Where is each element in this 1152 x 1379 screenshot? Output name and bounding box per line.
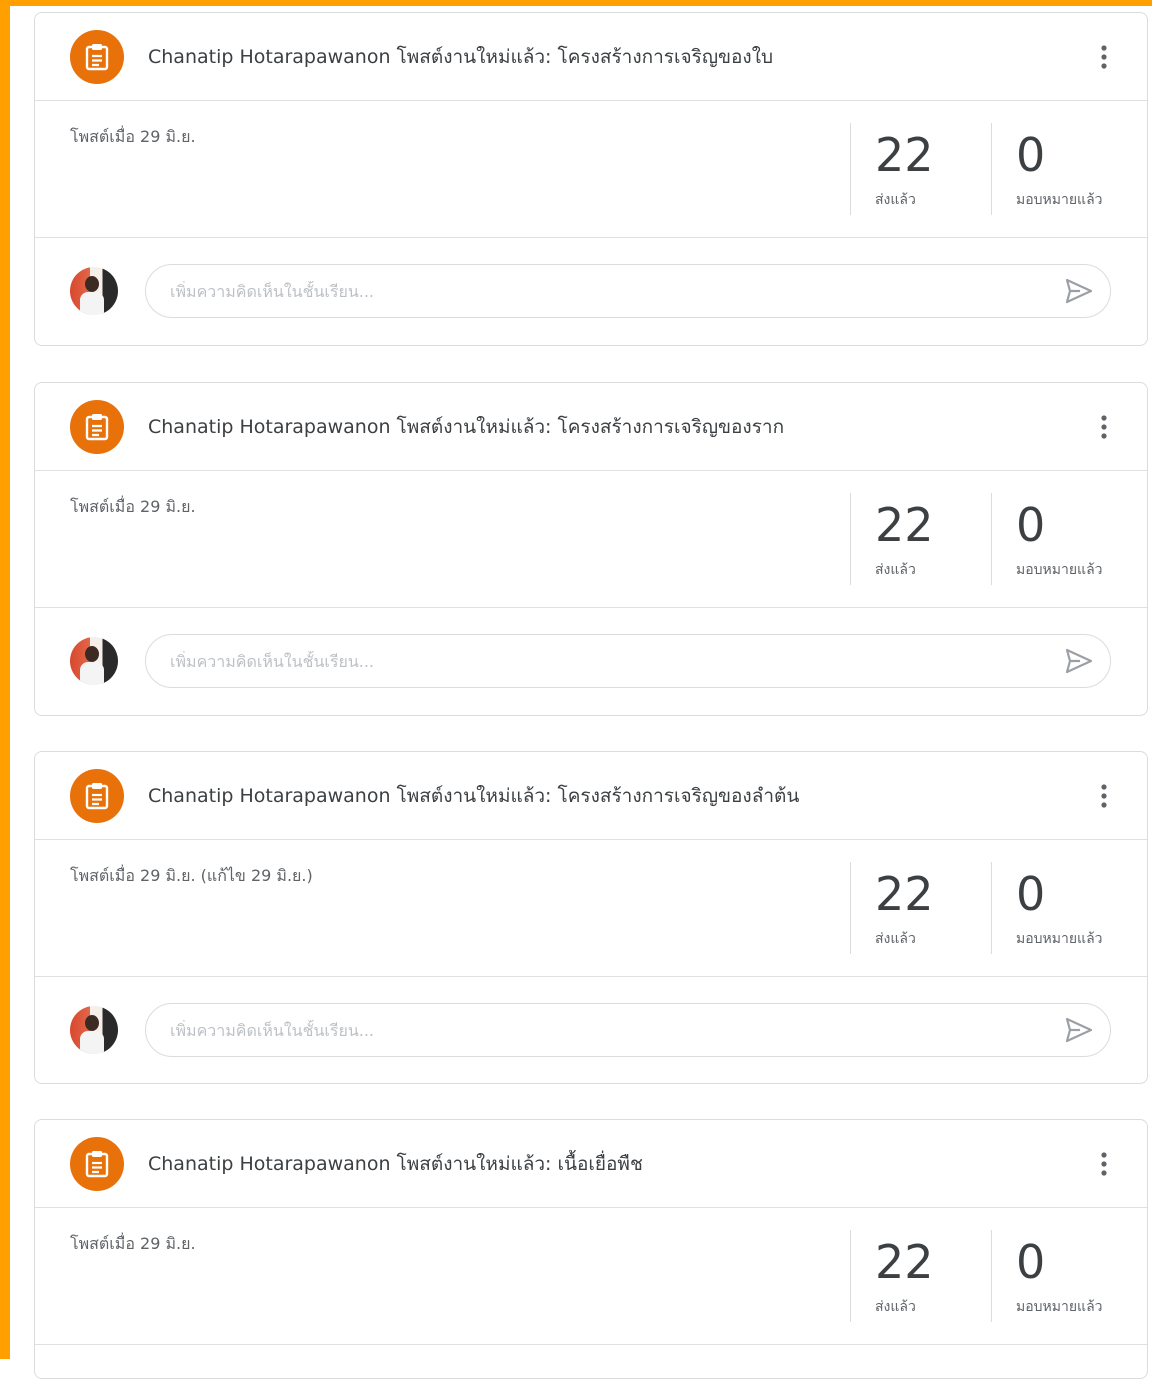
assignment-icon [70,1136,124,1191]
post-date: โพสต์เมื่อ 29 มิ.ย. [70,497,196,516]
comment-field[interactable] [145,634,1111,688]
turned-in-count: 22 [875,1235,934,1289]
assigned-label: มอบหมายแล้ว [1016,1299,1103,1315]
turned-in-label: ส่งแล้ว [875,931,916,947]
comment-input[interactable] [168,650,1050,672]
assigned-label: มอบหมายแล้ว [1016,931,1103,947]
card-header[interactable]: Chanatip Hotarapawanon โพสต์งานใหม่แล้ว:… [35,13,1147,101]
card-body: โพสต์เมื่อ 29 มิ.ย. 22 ส่งแล้ว 0 มอบหมาย… [35,471,1147,608]
comment-section [35,238,1147,344]
comment-field[interactable] [145,1003,1111,1057]
comment-input[interactable] [168,280,1050,302]
user-avatar [70,1006,118,1054]
assigned-stat[interactable]: 0 มอบหมายแล้ว [991,1230,1147,1322]
orange-frame-left [0,0,10,1359]
user-avatar [70,637,118,685]
card-header[interactable]: Chanatip Hotarapawanon โพสต์งานใหม่แล้ว:… [35,383,1147,471]
card-header[interactable]: Chanatip Hotarapawanon โพสต์งานใหม่แล้ว:… [35,1120,1147,1208]
post-title[interactable]: Chanatip Hotarapawanon โพสต์งานใหม่แล้ว:… [148,1149,643,1179]
assignment-card[interactable]: Chanatip Hotarapawanon โพสต์งานใหม่แล้ว:… [34,12,1148,346]
orange-frame-top [0,0,1152,6]
turned-in-count: 22 [875,498,934,552]
more-vert-icon[interactable] [1089,780,1119,812]
assignment-card[interactable]: Chanatip Hotarapawanon โพสต์งานใหม่แล้ว:… [34,1119,1148,1379]
assignment-card[interactable]: Chanatip Hotarapawanon โพสต์งานใหม่แล้ว:… [34,382,1148,716]
send-icon[interactable] [1064,647,1094,675]
post-title[interactable]: Chanatip Hotarapawanon โพสต์งานใหม่แล้ว:… [148,42,773,72]
more-vert-icon[interactable] [1089,1148,1119,1180]
turned-in-stat[interactable]: 22 ส่งแล้ว [850,493,991,585]
assigned-stat[interactable]: 0 มอบหมายแล้ว [991,862,1147,954]
user-avatar [70,267,118,315]
card-body: โพสต์เมื่อ 29 มิ.ย. 22 ส่งแล้ว 0 มอบหมาย… [35,101,1147,238]
assignment-icon [70,768,124,823]
turned-in-label: ส่งแล้ว [875,562,916,578]
assignment-card[interactable]: Chanatip Hotarapawanon โพสต์งานใหม่แล้ว:… [34,751,1148,1084]
card-header[interactable]: Chanatip Hotarapawanon โพสต์งานใหม่แล้ว:… [35,752,1147,840]
assigned-stat[interactable]: 0 มอบหมายแล้ว [991,493,1147,585]
post-title[interactable]: Chanatip Hotarapawanon โพสต์งานใหม่แล้ว:… [148,412,784,442]
comment-section [35,608,1147,714]
more-vert-icon[interactable] [1089,41,1119,73]
assigned-label: มอบหมายแล้ว [1016,192,1103,208]
turned-in-stat[interactable]: 22 ส่งแล้ว [850,862,991,954]
comment-field[interactable] [145,264,1111,318]
assigned-count: 0 [1016,1235,1046,1289]
card-body: โพสต์เมื่อ 29 มิ.ย. 22 ส่งแล้ว 0 มอบหมาย… [35,1208,1147,1345]
card-body: โพสต์เมื่อ 29 มิ.ย. (แก้ไข 29 มิ.ย.) 22 … [35,840,1147,977]
turned-in-count: 22 [875,128,934,182]
turned-in-label: ส่งแล้ว [875,1299,916,1315]
send-icon[interactable] [1064,277,1094,305]
post-date: โพสต์เมื่อ 29 มิ.ย. [70,1234,196,1253]
turned-in-stat[interactable]: 22 ส่งแล้ว [850,1230,991,1322]
turned-in-count: 22 [875,867,934,921]
assigned-label: มอบหมายแล้ว [1016,562,1103,578]
turned-in-stat[interactable]: 22 ส่งแล้ว [850,123,991,215]
post-title[interactable]: Chanatip Hotarapawanon โพสต์งานใหม่แล้ว:… [148,781,799,811]
post-date: โพสต์เมื่อ 29 มิ.ย. (แก้ไข 29 มิ.ย.) [70,866,313,885]
post-date: โพสต์เมื่อ 29 มิ.ย. [70,127,196,146]
assigned-stat[interactable]: 0 มอบหมายแล้ว [991,123,1147,215]
more-vert-icon[interactable] [1089,411,1119,443]
comment-section [35,977,1147,1083]
assigned-count: 0 [1016,498,1046,552]
send-icon[interactable] [1064,1016,1094,1044]
comment-input[interactable] [168,1019,1050,1041]
assigned-count: 0 [1016,128,1046,182]
assignment-icon [70,29,124,84]
turned-in-label: ส่งแล้ว [875,192,916,208]
assigned-count: 0 [1016,867,1046,921]
assignment-icon [70,399,124,454]
